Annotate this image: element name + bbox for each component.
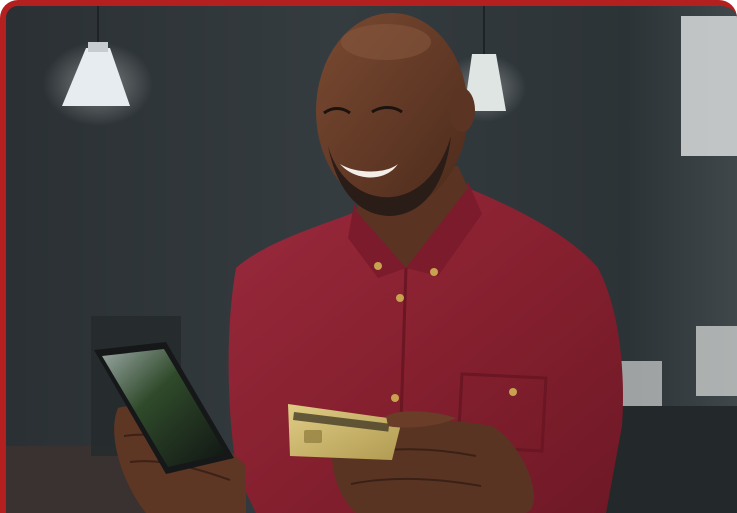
background-shelf bbox=[681, 16, 737, 156]
background-floor-right bbox=[606, 406, 737, 513]
background-cabinet bbox=[696, 326, 737, 396]
photo bbox=[6, 6, 737, 513]
photo-frame bbox=[0, 0, 737, 513]
